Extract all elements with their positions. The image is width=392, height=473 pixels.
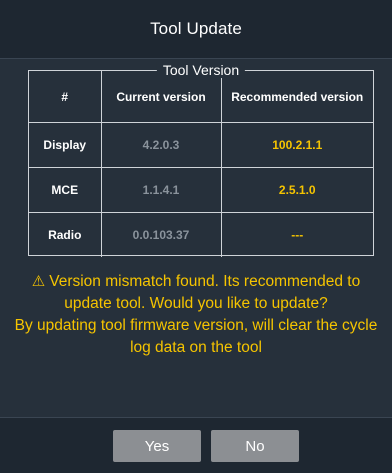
table-row-display: Display 4.2.0.3 100.2.1.1 (29, 122, 373, 168)
recommended-version: --- (220, 212, 373, 257)
dialog-title: Tool Update (150, 19, 242, 38)
current-version: 0.0.103.37 (100, 212, 222, 257)
warning-message: ⚠ Version mismatch found. Its recommended… (10, 271, 382, 359)
tool-update-dialog: Tool Update # Current version Recommende… (0, 0, 392, 473)
recommended-version: 2.5.1.0 (220, 167, 373, 213)
no-button[interactable]: No (211, 430, 299, 462)
warning-message-line1: ⚠ Version mismatch found. Its recommended… (10, 271, 382, 315)
warning-message-line2: By updating tool firmware version, will … (14, 317, 378, 356)
row-label: MCE (29, 167, 102, 213)
row-label: Display (29, 122, 102, 168)
yes-button[interactable]: Yes (113, 430, 201, 462)
column-header-recommended: Recommended version (220, 71, 373, 123)
column-header-number: # (29, 71, 102, 123)
tool-version-legend: Tool Version (156, 62, 246, 78)
table-header-row: # Current version Recommended version (29, 71, 373, 123)
warning-text: Version mismatch found. Its recommended … (49, 273, 361, 312)
recommended-version: 100.2.1.1 (220, 122, 373, 168)
column-header-current: Current version (100, 71, 222, 123)
dialog-footer: Yes No (0, 417, 392, 473)
table-row-mce: MCE 1.1.4.1 2.5.1.0 (29, 167, 373, 213)
current-version: 1.1.4.1 (100, 167, 222, 213)
warning-icon: ⚠ (31, 273, 46, 290)
tool-version-group: # Current version Recommended version Di… (28, 62, 374, 257)
version-table: # Current version Recommended version Di… (29, 71, 373, 257)
row-label: Radio (29, 212, 102, 257)
table-row-radio: Radio 0.0.103.37 --- (29, 212, 373, 257)
dialog-title-bar: Tool Update (0, 0, 392, 59)
current-version: 4.2.0.3 (100, 122, 222, 168)
